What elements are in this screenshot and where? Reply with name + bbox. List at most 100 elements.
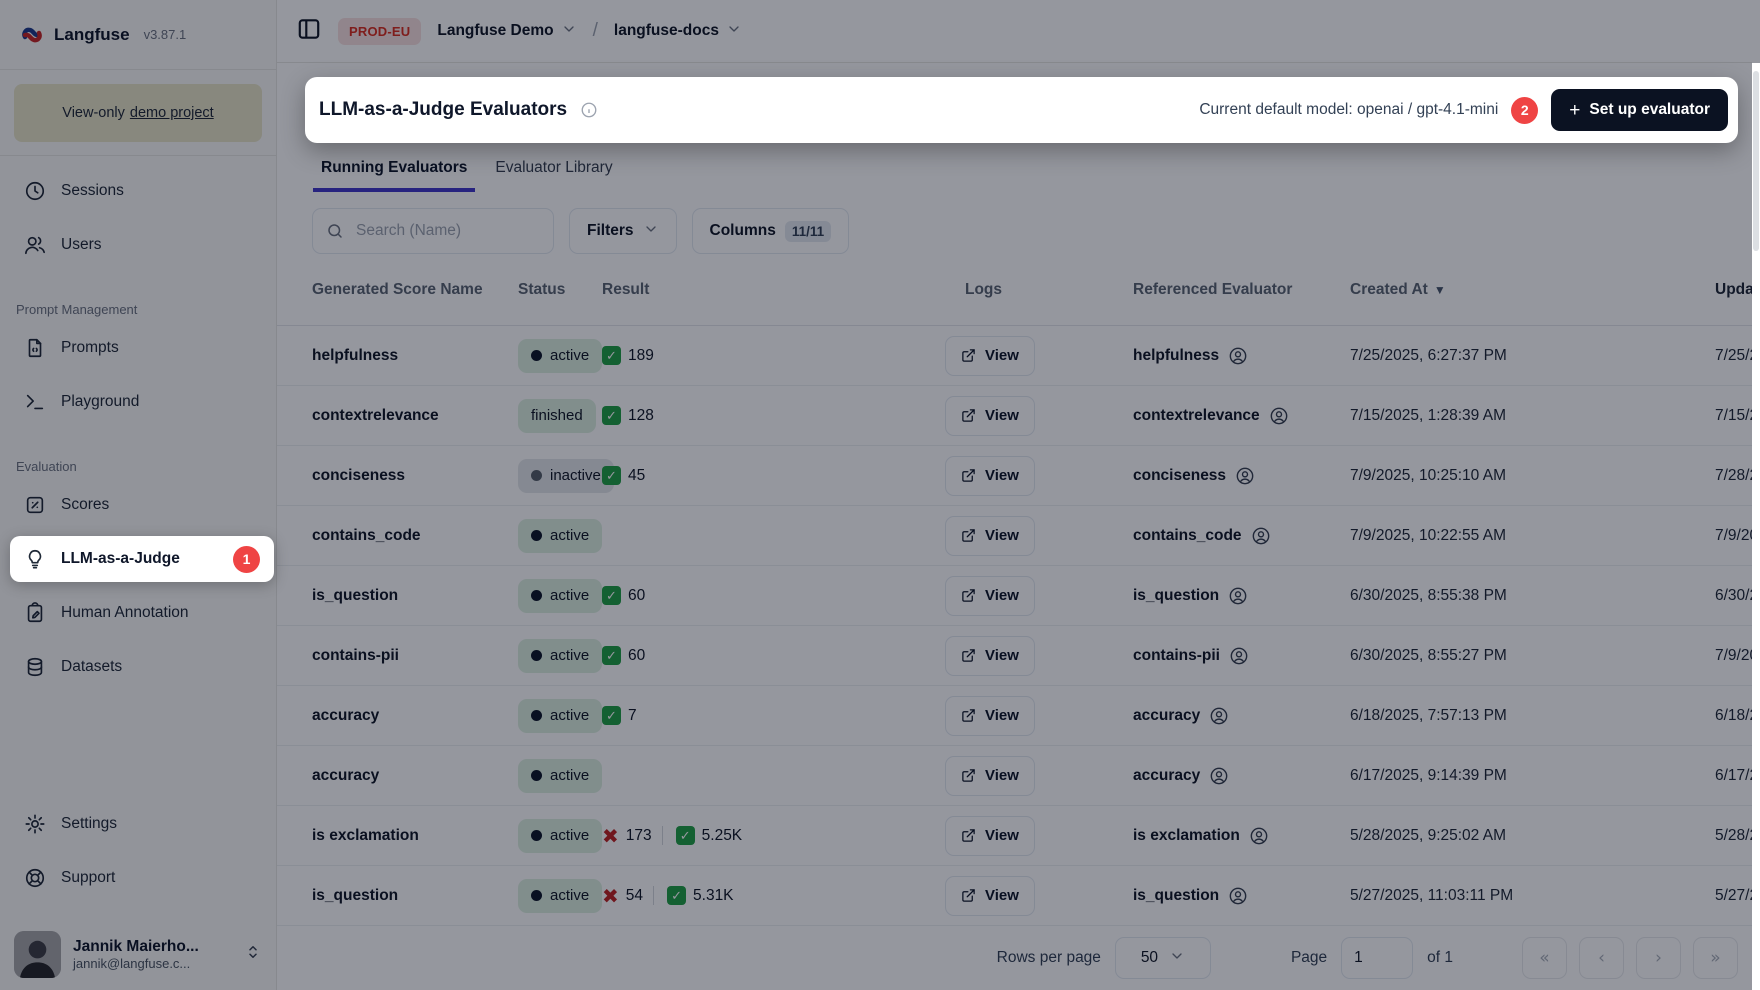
- col-header-logs[interactable]: Logs: [930, 281, 1133, 299]
- table-row[interactable]: accuracy active: [277, 746, 1752, 806]
- project-switcher[interactable]: langfuse-docs: [614, 21, 742, 42]
- view-logs-button[interactable]: View: [945, 636, 1035, 676]
- life-buoy-icon: [24, 867, 46, 889]
- table-toolbar: Filters Columns 11/11: [312, 208, 1752, 254]
- view-label: View: [985, 407, 1019, 424]
- set-up-evaluator-label: Set up evaluator: [1589, 101, 1710, 119]
- sidebar-item-settings[interactable]: Settings: [10, 801, 266, 847]
- check-icon: ✓: [667, 886, 686, 905]
- set-up-evaluator-button[interactable]: + Set up evaluator: [1551, 89, 1728, 131]
- sidebar-item-human-annotation[interactable]: Human Annotation: [10, 590, 266, 636]
- result-cell: ✓ 7: [602, 706, 930, 725]
- view-label: View: [985, 647, 1019, 664]
- table-row[interactable]: conciseness inactive ✓: [277, 446, 1752, 506]
- referenced-evaluator-cell: accuracy: [1133, 766, 1350, 786]
- sidebar-heading-prompt-management: Prompt Management: [10, 302, 266, 317]
- sidebar-item-prompts[interactable]: Prompts: [10, 325, 266, 371]
- users-icon: [24, 234, 46, 256]
- pass-count: 7: [628, 707, 637, 725]
- updated-at-cell: 6/18/2: [1715, 707, 1752, 725]
- external-link-icon: [961, 408, 976, 423]
- check-icon: ✓: [676, 826, 695, 845]
- search-input[interactable]: [354, 221, 540, 241]
- view-logs-button[interactable]: View: [945, 516, 1035, 556]
- sidebar-item-support[interactable]: Support: [10, 855, 266, 901]
- sidebar-header: Langfuse v3.87.1: [0, 0, 276, 70]
- view-logs-button[interactable]: View: [945, 816, 1035, 856]
- info-icon[interactable]: [580, 101, 598, 119]
- first-page-button[interactable]: «: [1522, 937, 1567, 979]
- result-cell: ✓ 60: [602, 646, 930, 665]
- table-row[interactable]: is exclamation active ✖ 173 ✓: [277, 806, 1752, 866]
- table-row[interactable]: is_question active ✖ 54 ✓: [277, 866, 1752, 926]
- rows-per-page-select[interactable]: 50: [1115, 937, 1211, 979]
- filters-button[interactable]: Filters: [569, 208, 677, 254]
- scrollbar-thumb[interactable]: [1753, 71, 1759, 251]
- sort-desc-icon: ▼: [1434, 283, 1446, 297]
- result-pass: ✓ 5.31K: [653, 886, 734, 905]
- view-logs-button[interactable]: View: [945, 576, 1035, 616]
- col-header-created-at[interactable]: Created At▼: [1350, 281, 1715, 299]
- result-pass: ✓ 60: [602, 586, 645, 605]
- sidebar-item-users[interactable]: Users: [10, 222, 266, 268]
- table-row[interactable]: contains-pii active ✓: [277, 626, 1752, 686]
- col-header-generated-score-name[interactable]: Generated Score Name: [312, 281, 518, 299]
- status-dot-icon: [531, 650, 542, 661]
- table-row[interactable]: helpfulness active ✓: [277, 326, 1752, 386]
- sidebar-item-label: Datasets: [61, 658, 122, 676]
- updated-at-cell: 7/28/2: [1715, 467, 1752, 485]
- col-header-updated-at[interactable]: Upda: [1715, 281, 1752, 299]
- created-at-cell: 5/28/2025, 9:25:02 AM: [1350, 827, 1715, 845]
- user-circle-icon: [1228, 886, 1248, 906]
- page-number-input[interactable]: [1341, 937, 1413, 979]
- search-box[interactable]: [312, 208, 554, 254]
- table-row[interactable]: is_question active ✓: [277, 566, 1752, 626]
- columns-button[interactable]: Columns 11/11: [692, 208, 850, 254]
- sidebar-item-datasets[interactable]: Datasets: [10, 644, 266, 690]
- created-at-cell: 5/27/2025, 11:03:11 PM: [1350, 887, 1715, 905]
- sidebar-toggle-icon[interactable]: [296, 16, 322, 47]
- sidebar-item-label: Support: [61, 869, 115, 887]
- view-logs-button[interactable]: View: [945, 876, 1035, 916]
- score-name: contains-pii: [312, 647, 518, 665]
- view-label: View: [985, 827, 1019, 844]
- referenced-evaluator-name: contains_code: [1133, 527, 1242, 545]
- sidebar-item-playground[interactable]: Playground: [10, 379, 266, 425]
- view-logs-button[interactable]: View: [945, 456, 1035, 496]
- tab-running-evaluators[interactable]: Running Evaluators: [313, 151, 475, 192]
- view-logs-button[interactable]: View: [945, 336, 1035, 376]
- chevron-down-icon: [643, 221, 659, 242]
- col-header-referenced-evaluator[interactable]: Referenced Evaluator: [1133, 281, 1350, 299]
- result-pass: ✓ 189: [602, 346, 654, 365]
- demo-project-link[interactable]: demo project: [130, 105, 214, 121]
- score-name: helpfulness: [312, 347, 518, 365]
- next-page-button[interactable]: ›: [1636, 937, 1681, 979]
- last-page-button[interactable]: »: [1693, 937, 1738, 979]
- scrollbar-track[interactable]: [1752, 63, 1760, 990]
- tab-evaluator-library[interactable]: Evaluator Library: [487, 151, 620, 192]
- prev-page-button[interactable]: ‹: [1579, 937, 1624, 979]
- sidebar-item-sessions[interactable]: Sessions: [10, 168, 266, 214]
- col-header-status[interactable]: Status: [518, 281, 602, 299]
- view-only-banner: View-only demo project: [14, 84, 262, 142]
- table-row[interactable]: contextrelevance finished ✓: [277, 386, 1752, 446]
- user-menu[interactable]: Jannik Maierho... jannik@langfuse.c...: [10, 931, 266, 978]
- table-row[interactable]: accuracy active ✓: [277, 686, 1752, 746]
- table-header: Generated Score Name Status Result Logs …: [277, 254, 1752, 326]
- org-switcher[interactable]: Langfuse Demo: [437, 21, 576, 42]
- sidebar-bottom: Settings Support Jannik Maierho... janni…: [0, 791, 276, 990]
- referenced-evaluator-name: is_question: [1133, 887, 1219, 905]
- result-pass: ✓ 7: [602, 706, 637, 725]
- sidebar-item-llm-as-a-judge[interactable]: LLM-as-a-Judge 1: [10, 536, 274, 582]
- fail-count: 54: [626, 887, 643, 905]
- sidebar-item-scores[interactable]: Scores: [10, 482, 266, 528]
- view-logs-button[interactable]: View: [945, 756, 1035, 796]
- view-logs-button[interactable]: View: [945, 696, 1035, 736]
- referenced-evaluator-name: conciseness: [1133, 467, 1226, 485]
- referenced-evaluator-name: accuracy: [1133, 767, 1200, 785]
- table-row[interactable]: contains_code active: [277, 506, 1752, 566]
- view-logs-button[interactable]: View: [945, 396, 1035, 436]
- result-cell: ✖ 173 ✓ 5.25K: [602, 826, 930, 846]
- col-header-result[interactable]: Result: [602, 281, 930, 299]
- terminal-icon: [24, 391, 46, 413]
